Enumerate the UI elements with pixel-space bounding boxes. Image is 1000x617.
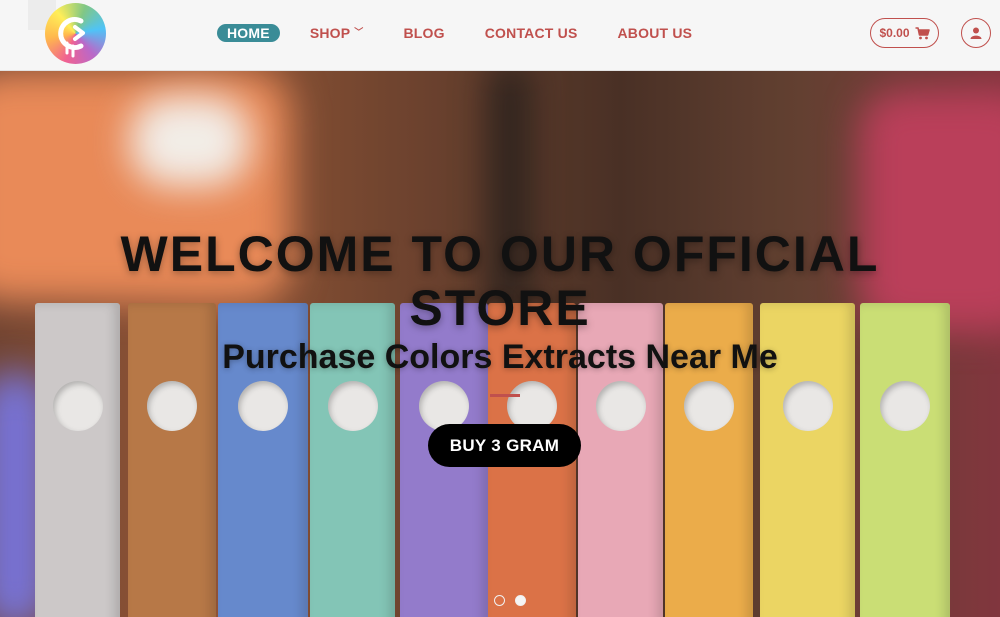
slider-dot-2[interactable]	[515, 595, 526, 606]
shopping-cart-icon	[915, 26, 930, 39]
site-logo[interactable]	[45, 3, 106, 64]
nav-blog[interactable]: BLOG	[404, 24, 445, 42]
nav-about-label: ABOUT US	[617, 25, 693, 41]
nav-contact[interactable]: CONTACT US	[485, 24, 578, 42]
hero-divider	[490, 394, 520, 397]
hero-headline-line1: WELCOME TO OUR OFFICIAL	[120, 226, 880, 282]
hero-slider: WELCOME TO OUR OFFICIAL STORE Purchase C…	[0, 71, 1000, 617]
chevron-down-icon: ﹀	[354, 27, 364, 37]
nav-shop[interactable]: SHOP ﹀	[310, 24, 364, 42]
slider-dots	[494, 595, 526, 606]
nav-home-label: HOME	[227, 25, 270, 41]
nav-contact-label: CONTACT US	[484, 25, 578, 41]
site-header: HOME SHOP ﹀ BLOG CONTACT US ABOUT US $0.0…	[0, 0, 1000, 71]
nav-blog-label: BLOG	[403, 25, 445, 41]
hero-headline: WELCOME TO OUR OFFICIAL STORE	[0, 227, 1000, 335]
account-button[interactable]	[961, 18, 991, 48]
logo-icon	[58, 17, 85, 58]
main-nav: HOME SHOP ﹀ BLOG CONTACT US ABOUT US	[217, 24, 732, 42]
cart-button[interactable]: $0.00	[870, 18, 939, 48]
user-icon	[970, 27, 982, 39]
hero-headline-line2: STORE	[409, 280, 591, 336]
nav-shop-label: SHOP	[309, 25, 351, 41]
buy-button[interactable]: BUY 3 GRAM	[428, 424, 581, 467]
slider-dot-1[interactable]	[494, 595, 505, 606]
cart-total: $0.00	[879, 26, 910, 40]
nav-home[interactable]: HOME	[217, 24, 280, 42]
nav-about[interactable]: ABOUT US	[617, 24, 692, 42]
hero-subheadline: Purchase Colors Extracts Near Me	[222, 338, 778, 376]
